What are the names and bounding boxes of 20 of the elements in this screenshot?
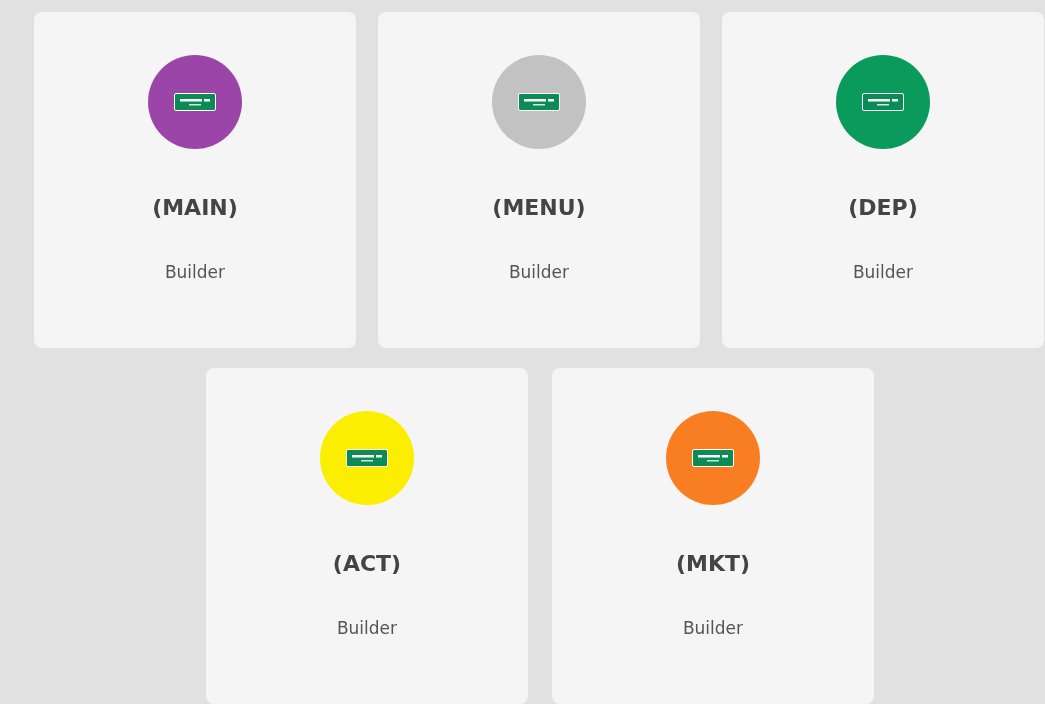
card[interactable]: (ACT) Builder	[206, 368, 528, 704]
card-title: (DEP)	[848, 195, 918, 220]
logo-icon	[862, 93, 904, 111]
card-title: (MKT)	[675, 551, 751, 576]
card-title: (MENU)	[492, 195, 586, 220]
logo-icon	[174, 93, 216, 111]
card[interactable]: (MKT) Builder	[552, 368, 874, 704]
card[interactable]: (MENU) Builder	[378, 12, 700, 348]
card-subtitle: Builder	[164, 262, 226, 282]
card-title: (ACT)	[332, 551, 402, 576]
card[interactable]: (MAIN) Builder	[34, 12, 356, 348]
card-subtitle: Builder	[682, 618, 744, 638]
card-title: (MAIN)	[152, 195, 238, 220]
card-subtitle: Builder	[508, 262, 570, 282]
card[interactable]: (DEP) Builder	[722, 12, 1044, 348]
logo-icon	[692, 449, 734, 467]
logo-icon	[518, 93, 560, 111]
logo-icon	[346, 449, 388, 467]
card-subtitle: Builder	[336, 618, 398, 638]
card-subtitle: Builder	[852, 262, 914, 282]
